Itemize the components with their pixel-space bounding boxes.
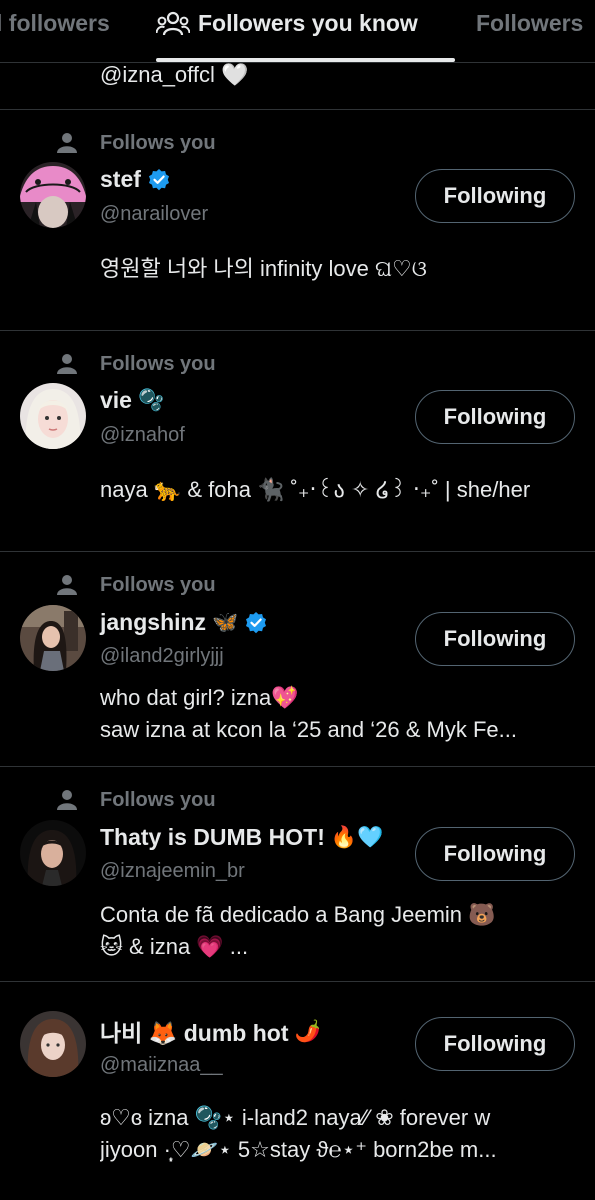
- user-handle: @iznajeemin_br: [100, 860, 245, 882]
- butterfly-emoji-icon: 🦋: [212, 610, 239, 634]
- person-icon: [57, 575, 77, 595]
- user-bio: ʚ♡ɞ izna 🫧⋆ i-land2 naya⁄⁄ ❀ forever w j…: [100, 1102, 580, 1166]
- avatar[interactable]: [20, 1011, 86, 1077]
- avatar-image: [20, 1011, 86, 1077]
- tab-label: Followers you know: [198, 10, 418, 36]
- follows-you-label: Follows you: [100, 789, 216, 811]
- tab-followers[interactable]: Followers: [476, 10, 583, 37]
- bio-line: Conta de fã dedicado a Bang Jeemin 🐻: [100, 902, 496, 927]
- tab-bar: l followers Followers you know Followers: [0, 0, 595, 63]
- avatar[interactable]: [20, 820, 86, 886]
- avatar-image: [20, 820, 86, 886]
- people-icon: [156, 11, 190, 35]
- verified-badge-icon: [246, 611, 267, 633]
- bio-line: 영원할 너와 나의 infinity love ଘ♡ଓ: [100, 256, 427, 281]
- follows-you-label: Follows you: [100, 353, 216, 375]
- tab-followers-partial[interactable]: l followers: [0, 10, 110, 37]
- user-row[interactable]: Follows you stef @narailover Following 영…: [0, 110, 595, 331]
- user-name: jangshinz: [100, 609, 207, 635]
- avatar-image: [20, 162, 86, 228]
- avatar[interactable]: [20, 605, 86, 671]
- follows-you-label: Follows you: [100, 574, 216, 596]
- bio-line: ʚ♡ɞ izna 🫧⋆ i-land2 naya⁄⁄ ❀ forever w: [100, 1105, 491, 1130]
- bio-line: naya 🐆 & foha 🐈‍⬛ ˚₊‧꒰ა ✧ ໒꒱ ‧₊˚ | she/h…: [100, 477, 531, 502]
- user-name-line[interactable]: stef: [100, 166, 171, 193]
- avatar-image: [20, 605, 86, 671]
- user-handle: @izna_offcl 🤍: [100, 62, 249, 87]
- user-handle: @iznahof: [100, 424, 185, 446]
- following-button[interactable]: Following: [415, 390, 575, 444]
- user-name: Thaty is DUMB HOT!: [100, 824, 325, 850]
- user-name-line[interactable]: jangshinz 🦋: [100, 609, 268, 636]
- follows-you-label: Follows you: [100, 132, 216, 154]
- user-bio: 영원할 너와 나의 infinity love ଘ♡ଓ: [100, 253, 580, 285]
- user-bio: naya 🐆 & foha 🐈‍⬛ ˚₊‧꒰ა ✧ ໒꒱ ‧₊˚ | she/h…: [100, 474, 580, 506]
- user-name-line[interactable]: 나비 🦊 dumb hot 🌶️: [100, 1014, 321, 1048]
- user-name: 나비 🦊 dumb hot: [100, 1020, 289, 1046]
- user-row[interactable]: 나비 🦊 dumb hot 🌶️ @maiiznaa__ Following ʚ…: [0, 982, 595, 1200]
- user-row[interactable]: Follows you jangshinz 🦋 @iland2girlyjjj …: [0, 552, 595, 767]
- bio-line: jiyoon ·̩͙♡🪐⋆ 5☆stay ϑ℮⋆⁺ born2be m...: [100, 1137, 497, 1162]
- fire-heart-emoji-icon: 🔥🩵: [330, 825, 384, 849]
- user-handle: @maiiznaa__: [100, 1054, 223, 1076]
- avatar[interactable]: [20, 383, 86, 449]
- user-row[interactable]: Follows you Thaty is DUMB HOT! 🔥🩵 @iznaj…: [0, 767, 595, 982]
- tab-followers-you-know[interactable]: Followers you know: [156, 10, 418, 37]
- list-item-partial[interactable]: @izna_offcl 🤍: [0, 62, 595, 110]
- bio-line: who dat girl? izna💖: [100, 685, 299, 710]
- bio-line: saw izna at kcon la ‘25 and ‘26 & Myk Fe…: [100, 717, 517, 742]
- following-button[interactable]: Following: [415, 827, 575, 881]
- verified-badge-icon: [148, 168, 169, 190]
- person-icon: [57, 354, 77, 374]
- user-handle: @narailover: [100, 203, 209, 225]
- user-name-line[interactable]: vie 🫧: [100, 387, 164, 414]
- user-name-line[interactable]: Thaty is DUMB HOT! 🔥🩵: [100, 824, 383, 851]
- bio-line: 🐱 & izna 💗 ...: [100, 934, 249, 959]
- user-row[interactable]: Follows you vie 🫧 @iznahof Following nay…: [0, 331, 595, 552]
- following-button[interactable]: Following: [415, 169, 575, 223]
- user-handle: @iland2girlyjjj: [100, 645, 224, 667]
- chili-emoji-icon: 🌶️: [294, 1018, 321, 1043]
- user-name: vie: [100, 387, 132, 413]
- user-bio: who dat girl? izna💖 saw izna at kcon la …: [100, 682, 580, 746]
- bubbles-emoji-icon: 🫧: [137, 388, 165, 412]
- following-button[interactable]: Following: [415, 1017, 575, 1071]
- avatar[interactable]: [20, 162, 86, 228]
- following-button[interactable]: Following: [415, 612, 575, 666]
- user-bio: Conta de fã dedicado a Bang Jeemin 🐻 🐱 &…: [100, 899, 580, 963]
- avatar-image: [20, 383, 86, 449]
- person-icon: [57, 790, 77, 810]
- person-icon: [57, 133, 77, 153]
- user-name: stef: [100, 166, 141, 192]
